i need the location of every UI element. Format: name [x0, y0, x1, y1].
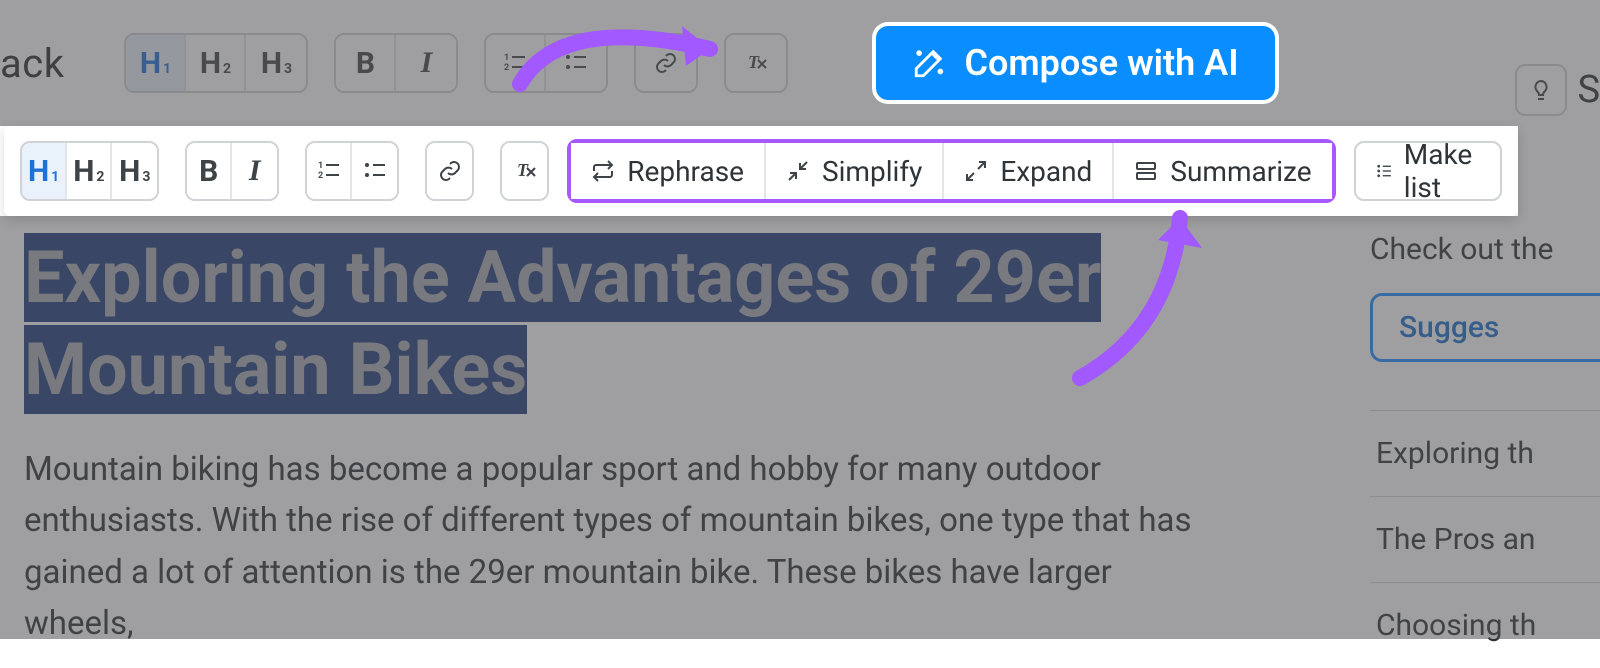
make-list-label: Make list	[1404, 138, 1480, 204]
ordered-list-button[interactable]: 12	[486, 35, 546, 91]
suggestion-row[interactable]: Exploring th	[1370, 410, 1600, 496]
bullet-list-button[interactable]	[546, 35, 606, 91]
top-toolbar: ack H1 H2 H3 B I 12 T Compose with AI	[0, 28, 1600, 98]
suggestions-button[interactable]: Sugges	[1370, 293, 1600, 362]
h3-button[interactable]: H3	[246, 35, 306, 91]
clear-format-button[interactable]: T	[726, 35, 786, 91]
expand-label: Expand	[1000, 155, 1092, 188]
clear-format-button-2[interactable]: T	[502, 143, 547, 199]
svg-text:T: T	[517, 160, 529, 180]
h2-button[interactable]: H2	[186, 35, 246, 91]
compose-with-ai-button[interactable]: Compose with AI	[876, 26, 1274, 100]
article-headline[interactable]: Exploring the Advantages of 29er Mountai…	[24, 232, 1224, 416]
make-list-group: Make list	[1354, 141, 1502, 201]
style-group: B I	[334, 33, 458, 93]
magic-wand-icon	[912, 46, 946, 80]
context-toolbar: H1 H2 H3 B I 12 T Rephrase Simplify	[4, 126, 1518, 216]
suggestions-sidebar: Check out the Sugges Exploring th The Pr…	[1370, 232, 1600, 668]
h2-button-2[interactable]: H2	[67, 143, 112, 199]
link-group-2	[425, 141, 474, 201]
h1-button[interactable]: H1	[126, 35, 186, 91]
link-icon	[438, 159, 462, 183]
rephrase-label: Rephrase	[627, 155, 744, 188]
lightbulb-icon	[1529, 78, 1553, 102]
clear-format-group-2: T	[500, 141, 549, 201]
expand-icon	[964, 159, 988, 183]
clear-format-group: T	[724, 33, 788, 93]
sidebar-intro: Check out the	[1370, 232, 1600, 267]
suggestion-row[interactable]: The Pros an	[1370, 496, 1600, 582]
svg-text:2: 2	[504, 63, 509, 73]
bullet-list-button-2[interactable]	[352, 143, 397, 199]
svg-text:1: 1	[318, 161, 323, 171]
tips-button[interactable]	[1515, 64, 1567, 116]
rephrase-icon	[591, 159, 615, 183]
article-body[interactable]: Mountain biking has become a popular spo…	[24, 444, 1224, 649]
bullet-list-icon	[564, 51, 588, 75]
svg-text:1: 1	[504, 53, 509, 63]
ai-actions-group: Rephrase Simplify Expand Summarize	[567, 139, 1335, 203]
ordered-list-icon: 12	[317, 159, 341, 183]
ordered-list-icon: 12	[503, 51, 527, 75]
back-button[interactable]: ack	[0, 40, 64, 87]
make-list-icon	[1376, 159, 1392, 183]
expand-button[interactable]: Expand	[944, 143, 1114, 199]
article-editor[interactable]: Exploring the Advantages of 29er Mountai…	[24, 232, 1224, 649]
svg-text:2: 2	[318, 171, 323, 181]
bullet-list-icon	[363, 159, 387, 183]
link-icon	[654, 51, 678, 75]
right-hint: S	[1515, 64, 1600, 116]
heading-group: H1 H2 H3	[124, 33, 308, 93]
make-list-button[interactable]: Make list	[1356, 143, 1500, 199]
heading-group-2: H1 H2 H3	[20, 141, 159, 201]
svg-text:T: T	[748, 52, 760, 72]
summarize-label: Summarize	[1170, 155, 1311, 188]
rephrase-button[interactable]: Rephrase	[571, 143, 766, 199]
italic-button[interactable]: I	[396, 35, 456, 91]
list-group-2: 12	[305, 141, 399, 201]
simplify-label: Simplify	[822, 155, 922, 188]
bold-button-2[interactable]: B	[187, 143, 232, 199]
h1-button-2[interactable]: H1	[22, 143, 67, 199]
italic-button-2[interactable]: I	[232, 143, 277, 199]
suggestion-row[interactable]: Choosing th	[1370, 582, 1600, 668]
link-button-2[interactable]	[427, 143, 472, 199]
list-group: 12	[484, 33, 608, 93]
h3-button-2[interactable]: H3	[112, 143, 157, 199]
simplify-button[interactable]: Simplify	[766, 143, 944, 199]
link-button[interactable]	[636, 35, 696, 91]
link-group	[634, 33, 698, 93]
clear-format-icon: T	[744, 51, 768, 75]
compose-with-ai-label: Compose with AI	[964, 42, 1238, 84]
summarize-button[interactable]: Summarize	[1114, 143, 1331, 199]
simplify-icon	[786, 159, 810, 183]
right-partial-label: S	[1577, 68, 1600, 112]
clear-format-icon: T	[513, 159, 537, 183]
bold-button[interactable]: B	[336, 35, 396, 91]
summarize-icon	[1134, 159, 1158, 183]
ordered-list-button-2[interactable]: 12	[307, 143, 352, 199]
style-group-2: B I	[185, 141, 279, 201]
